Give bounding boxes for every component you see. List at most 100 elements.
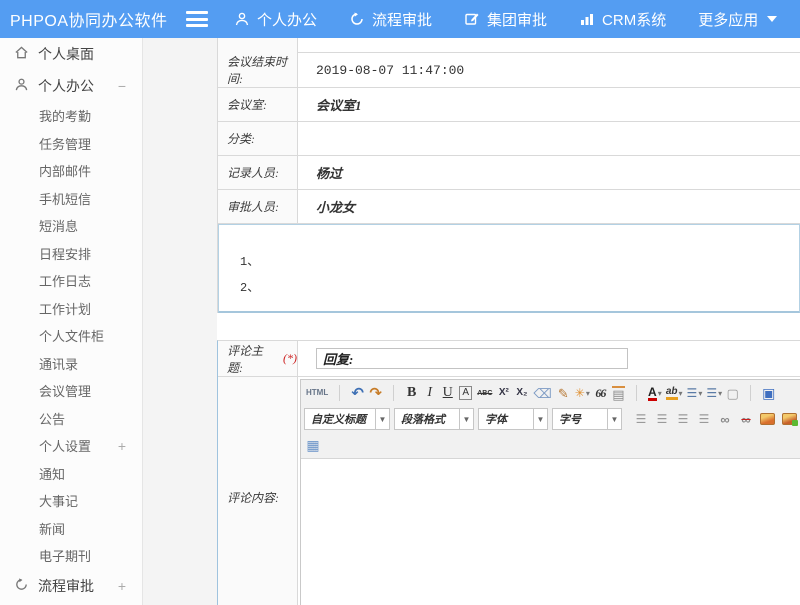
sidebar-subitem[interactable]: 短消息 <box>0 212 142 240</box>
nav-personal-office[interactable]: 个人办公 <box>234 9 317 30</box>
nav-workflow-approval[interactable]: 流程审批 <box>349 9 432 30</box>
table-row: 会议室: 会议室1 <box>218 88 800 122</box>
align-justify-icon[interactable]: ☰ <box>695 407 713 431</box>
menu-toggle-icon[interactable] <box>186 11 208 27</box>
rich-text-editor: HTML ↶ <box>300 379 800 605</box>
new-page-icon[interactable]: ▢ <box>724 381 742 405</box>
multi-image-icon[interactable] <box>780 407 799 431</box>
sidebar-submenu: 我的考勤 任务管理 内部邮件 手机短信 <box>0 102 142 570</box>
table-row: 会议结束时间: 2019-08-07 11:47:00 <box>218 53 800 88</box>
sidebar-subitem[interactable]: 任务管理 <box>0 130 142 158</box>
user-icon <box>14 77 29 95</box>
table-row: 记录人员: 杨过 <box>218 156 800 190</box>
sidebar-subitem[interactable]: 我的考勤 <box>0 102 142 130</box>
align-left-icon[interactable]: ☰ <box>632 407 650 431</box>
table-icon[interactable]: ▦ <box>304 433 322 457</box>
comment-subject-input[interactable] <box>316 348 628 369</box>
collapse-icon[interactable]: − <box>116 78 128 94</box>
edit-icon <box>464 11 480 27</box>
heading-select[interactable]: 自定义标题 ▼ <box>304 408 390 430</box>
sidebar-item-personal-office[interactable]: 个人办公 − <box>0 70 142 102</box>
field-label: 会议室: <box>218 88 298 121</box>
caret-down-icon <box>767 16 777 22</box>
bold-icon[interactable]: B <box>403 381 421 405</box>
subscript-icon[interactable]: X₂ <box>513 381 531 405</box>
expand-icon[interactable]: + <box>116 578 128 594</box>
unlink-icon[interactable]: ∞ <box>737 407 755 431</box>
sidebar-subitem[interactable]: 电子期刊 <box>0 542 142 570</box>
user-icon <box>234 11 250 27</box>
redo-icon[interactable]: ↷ <box>367 381 385 405</box>
image-icon[interactable] <box>758 407 777 431</box>
sidebar-subitem[interactable]: 大事记 <box>0 487 142 515</box>
ordered-list-icon[interactable]: ☰ ▾ <box>685 381 705 405</box>
sidebar-subitem[interactable]: 会议管理 <box>0 377 142 405</box>
meeting-content-box: 1、 2、 <box>218 224 800 313</box>
app-title: PHPOA协同办公软件 <box>0 7 186 31</box>
sidebar-item-desktop[interactable]: 个人桌面 <box>0 38 142 70</box>
link-icon[interactable]: ∞ <box>716 407 734 431</box>
main-layout: 个人桌面 个人办公 − 我的考勤 任务管理 <box>0 38 800 605</box>
table-row-partial <box>218 38 800 53</box>
sidebar-subitem[interactable]: 个人文件柜 <box>0 322 142 350</box>
paste-from-word-icon[interactable]: ▤ <box>610 381 628 405</box>
sidebar-subitem[interactable]: 公告 <box>0 405 142 433</box>
nav-more-apps[interactable]: 更多应用 <box>698 9 777 30</box>
format-painter-icon[interactable]: ✎ <box>555 381 573 405</box>
strikethrough-icon[interactable]: ABC <box>475 381 495 405</box>
field-value: 2019-08-07 11:47:00 <box>298 53 800 87</box>
fullscreen-icon[interactable]: ▣ <box>760 381 778 405</box>
sidebar-subitem[interactable]: 通讯录 <box>0 350 142 378</box>
font-style-icon[interactable]: A <box>457 381 475 405</box>
undo-icon[interactable]: ↶ <box>349 381 367 405</box>
highlight-color-icon[interactable]: ab ▾ <box>664 381 685 405</box>
sidebar-subitem[interactable]: 工作日志 <box>0 267 142 295</box>
comment-form: 评论主题: (*) 评论内容: <box>217 340 800 605</box>
remove-format-icon[interactable]: ⌫ <box>531 381 554 405</box>
font-color-icon[interactable]: A ▾ <box>646 381 664 405</box>
sidebar-subitem[interactable]: 个人设置 + <box>0 432 142 460</box>
sidebar: 个人桌面 个人办公 − 我的考勤 任务管理 <box>0 38 143 605</box>
editor-toolbar-row-2: 自定义标题 ▼ 段落格式 ▼ <box>301 406 800 432</box>
italic-icon[interactable]: I <box>421 381 439 405</box>
sidebar-subitem[interactable]: 新闻 <box>0 515 142 543</box>
sidebar-subitem[interactable]: 日程安排 <box>0 240 142 268</box>
app-window: PHPOA协同办公软件 个人办公 流程审批 集团审批 <box>0 0 800 605</box>
toolbar-separator <box>385 381 403 405</box>
main-content: 会议结束时间: 2019-08-07 11:47:00 会议室: 会议室1 分类… <box>217 38 800 605</box>
align-center-icon[interactable]: ☰ <box>653 407 671 431</box>
top-nav: 个人办公 流程审批 集团审批 CRM系统 更多应用 <box>234 9 777 30</box>
field-label: 分类: <box>218 122 298 155</box>
table-row: 审批人员: 小龙女 <box>218 190 800 224</box>
paragraph-format-select[interactable]: 段落格式 ▼ <box>394 408 474 430</box>
underline-icon[interactable]: U <box>439 381 457 405</box>
field-label: 审批人员: <box>218 190 298 223</box>
content-gutter <box>143 38 217 605</box>
chart-icon <box>579 11 595 27</box>
nav-crm-system[interactable]: CRM系统 <box>579 9 666 30</box>
align-right-icon[interactable]: ☰ <box>674 407 692 431</box>
sidebar-subitem[interactable]: 工作计划 <box>0 295 142 323</box>
html-source-button[interactable]: HTML <box>304 381 331 405</box>
superscript-icon[interactable]: X² <box>495 381 513 405</box>
editor-toolbar-row-3: ▦ <box>301 432 800 459</box>
unordered-list-icon[interactable]: ☰ ▾ <box>704 381 724 405</box>
sidebar-subitem[interactable]: 手机短信 <box>0 185 142 213</box>
chevron-down-icon: ▼ <box>375 409 389 429</box>
nav-group-approval[interactable]: 集团审批 <box>464 9 547 30</box>
field-label: 记录人员: <box>218 156 298 189</box>
font-family-select[interactable]: 字体 ▼ <box>478 408 548 430</box>
field-value <box>298 122 800 155</box>
sidebar-subitem[interactable]: 内部邮件 <box>0 157 142 185</box>
comment-subject-row: 评论主题: (*) <box>218 341 800 377</box>
required-mark: (*) <box>283 351 297 366</box>
content-line: 1、 <box>240 249 789 275</box>
editor-content-area[interactable] <box>301 459 800 605</box>
sidebar-subitem[interactable]: 通知 <box>0 460 142 488</box>
sidebar-item-workflow-approval[interactable]: 流程审批 + <box>0 570 142 602</box>
quick-format-icon[interactable]: ✳ ▾ <box>573 381 592 405</box>
toolbar-separator <box>742 381 760 405</box>
font-size-select[interactable]: 字号 ▼ <box>552 408 622 430</box>
blockquote-icon[interactable]: 66 <box>592 381 610 405</box>
field-value: 杨过 <box>298 156 800 189</box>
